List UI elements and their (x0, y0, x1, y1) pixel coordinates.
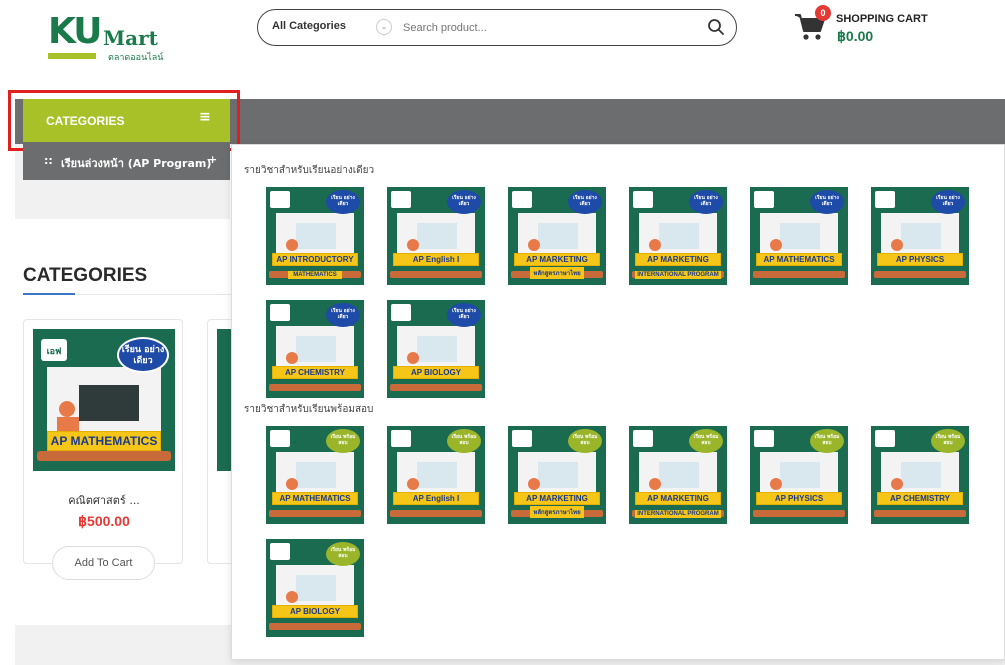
logo-subtitle: ตลาดออนไลน์ (108, 53, 164, 63)
search-input[interactable] (403, 18, 693, 38)
sidebar-item-label: เรียนล่วงหน้า (AP Program) (61, 157, 212, 170)
course-sublabel: หลักสูตรภาษาไทย (530, 267, 584, 279)
group-title-study-only: รายวิชาสำหรับเรียนอย่างเดียว (244, 165, 375, 176)
course-label: AP MATHEMATICS (272, 492, 358, 505)
course-badge: เรียน อย่างเดียว (447, 303, 481, 327)
course-badge: เรียน พร้อมสอบ (447, 429, 481, 453)
course-sublabel: หลักสูตรภาษาไทย (530, 506, 584, 518)
heading-underline (23, 293, 75, 295)
course-sublabel: INTERNATIONAL PROGRAM (635, 271, 721, 279)
course-thumbnail[interactable]: เรียน พร้อมสอบ AP CHEMISTRY (871, 426, 969, 524)
course-badge: เรียน พร้อมสอบ (931, 429, 965, 453)
course-thumbnail[interactable]: เรียน พร้อมสอบ AP MARKETING หลักสูตรภาษาไท… (508, 426, 606, 524)
group-title-study-with-exam: รายวิชาสำหรับเรียนพร้อมสอบ (244, 404, 374, 415)
page: KU Mart ตลาดออนไลน์ All Categories ⌄ 0 S… (0, 0, 1005, 665)
course-label: AP English I (393, 253, 479, 266)
course-thumbnail[interactable]: เรียน อย่างเดียว AP English I (387, 187, 485, 285)
product-image-label: AP MATHEMATICS (47, 431, 161, 451)
course-badge: เรียน อย่างเดียว (326, 303, 360, 327)
course-badge: เรียน อย่างเดียว (689, 190, 723, 214)
course-sublabel: MATHEMATICS (288, 271, 342, 279)
course-label: AP MARKETING (514, 492, 600, 505)
course-label: AP CHEMISTRY (272, 366, 358, 379)
cart-label: SHOPPING CART (836, 13, 928, 25)
course-sublabel: INTERNATIONAL PROGRAM (635, 510, 721, 518)
course-label: AP PHYSICS (877, 253, 963, 266)
chevron-down-icon[interactable]: ⌄ (376, 19, 392, 35)
course-thumbnail[interactable]: เรียน อย่างเดียว AP PHYSICS (871, 187, 969, 285)
course-badge: เรียน อย่างเดียว (568, 190, 602, 214)
course-thumbnail[interactable]: เรียน อย่างเดียว AP BIOLOGY (387, 300, 485, 398)
cart-count-badge: 0 (815, 5, 831, 21)
course-thumbnail[interactable]: เรียน พร้อมสอบ AP BIOLOGY (266, 539, 364, 637)
course-badge: เรียน พร้อมสอบ (568, 429, 602, 453)
add-to-cart-button[interactable]: Add To Cart (52, 546, 155, 580)
expand-plus-icon[interactable]: + (208, 153, 217, 166)
course-thumbnail[interactable]: เรียน อย่างเดียว AP INTRODUCTORY MATHEMATI… (266, 187, 364, 285)
course-badge: เรียน พร้อมสอบ (689, 429, 723, 453)
product-image[interactable]: เอฟ เรียน อย่างเดียว AP MATHEMATICS (33, 329, 175, 471)
product-badge: เรียน อย่างเดียว (117, 337, 169, 373)
product-price: ฿500.00 (78, 513, 130, 529)
course-label: AP English I (393, 492, 479, 505)
logo-ku-text: KU (48, 11, 102, 52)
drag-dots-icon: :: (44, 154, 53, 167)
search-category-select[interactable]: All Categories (272, 20, 346, 32)
course-thumbnail[interactable]: เรียน อย่างเดียว AP CHEMISTRY (266, 300, 364, 398)
logo-accent-bar (48, 53, 96, 59)
search-bar: All Categories ⌄ (257, 9, 737, 46)
course-badge: เรียน อย่างเดียว (447, 190, 481, 214)
course-thumbnail[interactable]: เรียน อย่างเดียว AP MARKETING INTERNATIONA… (629, 187, 727, 285)
shopping-cart[interactable]: 0 SHOPPING CART ฿0.00 (793, 5, 993, 50)
product-card[interactable]: เอฟ เรียน อย่างเดียว AP MATHEMATICS คณิต… (23, 319, 184, 580)
course-label: AP MARKETING (514, 253, 600, 266)
course-label: AP BIOLOGY (272, 605, 358, 618)
category-dropdown-panel: รายวิชาสำหรับเรียนอย่างเดียว รายวิชาสำหร… (231, 144, 1005, 660)
logo-mart-text: Mart (103, 26, 158, 50)
course-thumbnail[interactable]: เรียน อย่างเดียว AP MATHEMATICS (750, 187, 848, 285)
course-thumbnail[interactable]: เรียน อย่างเดียว AP MARKETING หลักสูตรภาษา… (508, 187, 606, 285)
section-heading: CATEGORIES (23, 265, 148, 286)
course-badge: เรียน อย่างเดียว (810, 190, 844, 214)
svg-text:เอฟ: เอฟ (47, 346, 62, 357)
product-name[interactable]: คณิตศาสตร์ ... (24, 491, 184, 509)
course-label: AP PHYSICS (756, 492, 842, 505)
course-badge: เรียน อย่างเดียว (931, 190, 965, 214)
course-label: AP INTRODUCTORY (272, 253, 358, 266)
course-label: AP CHEMISTRY (877, 492, 963, 505)
highlight-box (8, 90, 240, 151)
sidebar-item-ap-program[interactable]: :: เรียนล่วงหน้า (AP Program) + (23, 144, 230, 180)
heading-divider (75, 294, 235, 295)
course-thumbnail[interactable]: เรียน พร้อมสอบ AP MARKETING INTERNATIONAL … (629, 426, 727, 524)
course-thumbnail[interactable]: เรียน พร้อมสอบ AP PHYSICS (750, 426, 848, 524)
site-logo[interactable]: KU Mart ตลาดออนไลน์ (48, 11, 173, 63)
course-badge: เรียน พร้อมสอบ (810, 429, 844, 453)
course-badge: เรียน อย่างเดียว (326, 190, 360, 214)
cart-total: ฿0.00 (837, 28, 874, 44)
course-label: AP MARKETING (635, 253, 721, 266)
course-thumbnail[interactable]: เรียน พร้อมสอบ AP MATHEMATICS (266, 426, 364, 524)
course-badge: เรียน พร้อมสอบ (326, 429, 360, 453)
course-label: AP MARKETING (635, 492, 721, 505)
search-icon[interactable] (707, 18, 725, 36)
course-label: AP MATHEMATICS (756, 253, 842, 266)
course-label: AP BIOLOGY (393, 366, 479, 379)
course-badge: เรียน พร้อมสอบ (326, 542, 360, 566)
course-thumbnail[interactable]: เรียน พร้อมสอบ AP English I (387, 426, 485, 524)
